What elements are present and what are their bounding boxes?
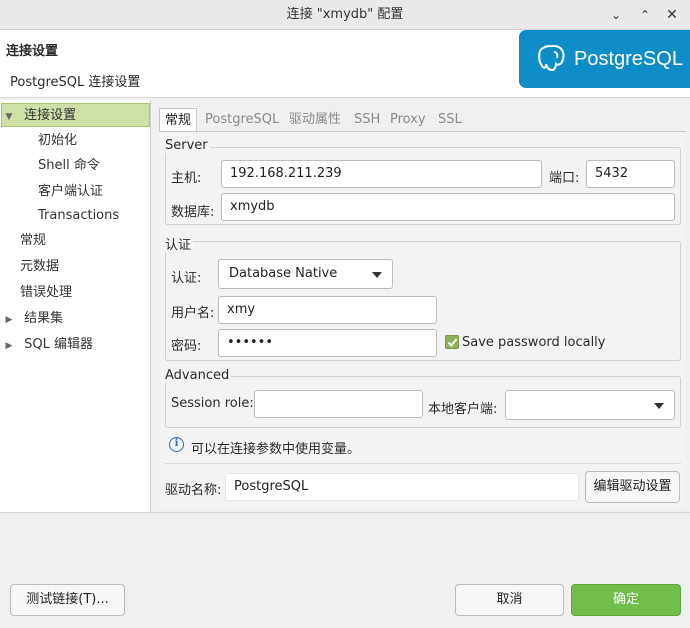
tree-item-label: 常规 — [20, 233, 47, 248]
test-connection-button[interactable]: 测试链接(T)... — [10, 584, 125, 616]
tab-ssh[interactable]: SSH — [349, 108, 385, 132]
tree-item-shell-commands[interactable]: Shell 命令 — [0, 154, 151, 178]
tree-item-label: 错误处理 — [20, 285, 73, 300]
save-password-checkbox[interactable] — [445, 335, 459, 349]
settings-tree: ▼ 连接设置 初始化 Shell 命令 客户端认证 Transactions 常… — [0, 100, 151, 512]
tree-item-label: Transactions — [38, 208, 120, 223]
tab-ssl[interactable]: SSL — [433, 108, 467, 132]
host-label: 主机: — [171, 171, 202, 186]
dropdown-arrow-icon — [372, 272, 382, 278]
dropdown-arrow-icon — [654, 403, 664, 409]
page-title: 连接设置 — [6, 44, 59, 59]
password-label: 密码: — [171, 339, 202, 354]
dialog-header: 连接设置 PostgreSQL 连接设置 PostgreSQL — [0, 30, 690, 98]
tree-item-error-handling[interactable]: 错误处理 — [0, 281, 151, 305]
tree-item-transactions[interactable]: Transactions — [0, 204, 151, 228]
minimize-icon[interactable]: ⌄ — [605, 0, 627, 30]
tree-item-label: 客户端认证 — [38, 184, 104, 199]
collapsed-arrow-icon[interactable]: ▶ — [2, 308, 16, 332]
server-group-label: Server — [165, 138, 210, 153]
database-input[interactable]: xmydb — [221, 193, 675, 221]
tree-item-label: 初始化 — [38, 133, 78, 148]
tree-item-result-sets[interactable]: ▶ 结果集 — [0, 307, 151, 331]
checkmark-icon — [447, 338, 458, 348]
tree-item-label: Shell 命令 — [38, 158, 100, 173]
expanded-arrow-icon[interactable]: ▼ — [2, 105, 16, 129]
tree-item-sql-editor[interactable]: ▶ SQL 编辑器 — [0, 333, 151, 357]
auth-method-value: Database Native — [229, 266, 338, 281]
tree-item-label: 连接设置 — [24, 108, 77, 123]
tree-item-connection-settings[interactable]: ▼ 连接设置 — [1, 103, 150, 127]
elephant-icon — [538, 44, 565, 72]
settings-main: 常规 PostgreSQL 驱动属性 SSH Proxy SSL Server … — [155, 100, 690, 512]
tree-item-label: SQL 编辑器 — [24, 337, 94, 352]
page-subtitle: PostgreSQL 连接设置 — [10, 75, 141, 90]
save-password-label[interactable]: Save password locally — [462, 335, 606, 350]
local-client-select[interactable] — [505, 390, 675, 420]
edit-driver-button[interactable]: 编辑驱动设置 — [585, 471, 680, 503]
auth-method-select[interactable]: Database Native — [218, 259, 393, 289]
driver-name-label: 驱动名称: — [165, 483, 222, 498]
cancel-button[interactable]: 取消 — [455, 584, 564, 616]
driver-name-field: PostgreSQL — [225, 473, 579, 501]
tree-item-metadata[interactable]: 元数据 — [0, 255, 151, 279]
session-role-label: Session role: — [171, 396, 254, 411]
auth-method-label: 认证: — [171, 271, 202, 286]
window-titlebar: 连接 "xmydb" 配置 ⌄ ⌃ ✕ — [0, 0, 690, 30]
ok-button[interactable]: 确定 — [571, 584, 681, 616]
info-icon: i — [169, 437, 184, 452]
close-icon[interactable]: ✕ — [661, 0, 683, 30]
restore-icon[interactable]: ⌃ — [634, 0, 656, 30]
tree-item-general[interactable]: 常规 — [0, 229, 151, 253]
tab-driver-properties[interactable]: 驱动属性 — [284, 108, 346, 132]
port-label: 端口: — [549, 171, 580, 186]
tree-item-client-auth[interactable]: 客户端认证 — [0, 180, 151, 204]
username-label: 用户名: — [171, 306, 215, 321]
tab-general[interactable]: 常规 — [159, 108, 198, 132]
database-label: 数据库: — [171, 205, 215, 220]
tab-proxy[interactable]: Proxy — [385, 108, 431, 132]
advanced-group-label: Advanced — [165, 368, 232, 383]
auth-group-label: 认证 — [165, 234, 194, 253]
tree-item-label: 结果集 — [24, 311, 64, 326]
tab-postgresql[interactable]: PostgreSQL — [200, 108, 284, 132]
postgresql-logo: PostgreSQL — [519, 30, 690, 88]
tree-item-label: 元数据 — [20, 259, 60, 274]
username-input[interactable]: xmy — [218, 296, 437, 324]
collapsed-arrow-icon[interactable]: ▶ — [2, 334, 16, 358]
password-input[interactable]: •••••• — [218, 329, 437, 357]
tree-item-init[interactable]: 初始化 — [0, 129, 151, 153]
window-title: 连接 "xmydb" 配置 — [286, 7, 404, 22]
divider — [165, 463, 681, 464]
general-tab-panel: Server 主机: 192.168.211.239 端口: 5432 数据库:… — [159, 131, 686, 509]
host-input[interactable]: 192.168.211.239 — [221, 160, 542, 188]
session-role-input[interactable] — [254, 390, 423, 418]
variables-info-text: 可以在连接参数中使用变量。 — [191, 442, 361, 457]
local-client-label: 本地客户端: — [428, 402, 498, 417]
logo-text: PostgreSQL — [574, 48, 683, 70]
port-input[interactable]: 5432 — [586, 160, 675, 188]
dialog-footer: 测试链接(T)... 取消 确定 — [0, 512, 690, 628]
